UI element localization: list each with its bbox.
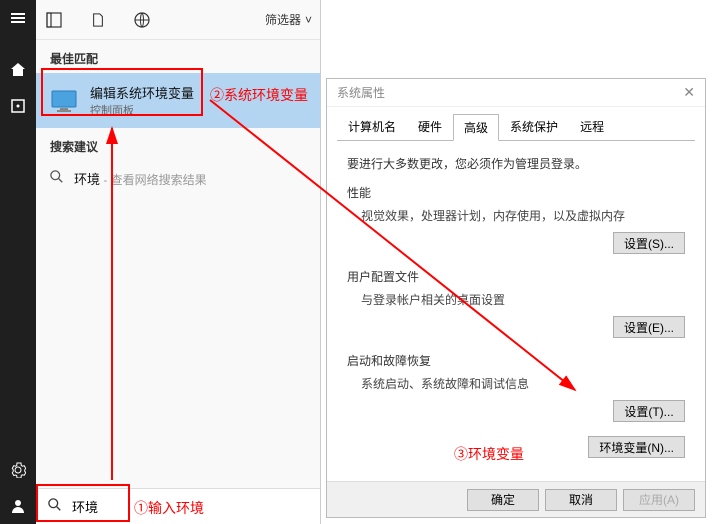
home-icon bbox=[10, 62, 26, 78]
suggestion-desc: - 查看网络搜索结果 bbox=[100, 173, 207, 187]
performance-label: 性能 bbox=[347, 184, 685, 201]
search-panel: 筛选器 ˅ 最佳匹配 编辑系统环境变量 控制面板 搜索建议 环境 - 查看网络搜… bbox=[36, 0, 321, 524]
monitor-icon bbox=[50, 89, 78, 113]
dialog-footer: 确定 取消 应用(A) bbox=[327, 481, 705, 517]
taskbar bbox=[0, 0, 36, 524]
result-subtitle: 控制面板 bbox=[90, 102, 194, 118]
search-icon bbox=[50, 170, 64, 187]
tab-remote[interactable]: 远程 bbox=[569, 113, 615, 140]
ok-button[interactable]: 确定 bbox=[467, 489, 539, 511]
performance-desc: 视觉效果，处理器计划，内存使用，以及虚拟内存 bbox=[361, 207, 685, 224]
search-header: 筛选器 ˅ bbox=[36, 0, 320, 40]
tab-computer-name[interactable]: 计算机名 bbox=[337, 113, 407, 140]
suggestion-query: 环境 bbox=[74, 172, 100, 187]
startup-settings-button[interactable]: 设置(T)... bbox=[613, 400, 685, 422]
result-title: 编辑系统环境变量 bbox=[90, 83, 194, 102]
best-match-label: 最佳匹配 bbox=[36, 40, 320, 73]
profile-label: 用户配置文件 bbox=[347, 268, 685, 285]
home-button[interactable] bbox=[0, 52, 36, 88]
documents-icon[interactable] bbox=[88, 10, 108, 30]
tab-system-protection[interactable]: 系统保护 bbox=[499, 113, 569, 140]
admin-info: 要进行大多数更改，您必须作为管理员登录。 bbox=[347, 155, 685, 172]
tab-hardware[interactable]: 硬件 bbox=[407, 113, 453, 140]
search-input[interactable]: 环境 bbox=[72, 497, 98, 516]
startup-label: 启动和故障恢复 bbox=[347, 352, 685, 369]
tab-advanced[interactable]: 高级 bbox=[453, 114, 499, 141]
chevron-down-icon: ˅ bbox=[305, 13, 312, 27]
menu-icon bbox=[10, 10, 26, 26]
apply-button: 应用(A) bbox=[623, 489, 695, 511]
cancel-button[interactable]: 取消 bbox=[545, 489, 617, 511]
performance-settings-button[interactable]: 设置(S)... bbox=[613, 232, 685, 254]
filter-button[interactable]: 筛选器 ˅ bbox=[265, 11, 312, 28]
gear-icon bbox=[10, 462, 26, 478]
search-suggestion[interactable]: 环境 - 查看网络搜索结果 bbox=[36, 161, 320, 196]
profile-desc: 与登录帐户相关的桌面设置 bbox=[361, 291, 685, 308]
suggestions-label: 搜索建议 bbox=[36, 128, 320, 161]
dialog-titlebar: 系统属性 ✕ bbox=[327, 79, 705, 107]
clock-icon bbox=[10, 98, 26, 114]
user-button[interactable] bbox=[0, 488, 36, 524]
web-icon[interactable] bbox=[132, 10, 152, 30]
environment-variables-button[interactable]: 环境变量(N)... bbox=[588, 436, 685, 458]
search-result-edit-env[interactable]: 编辑系统环境变量 控制面板 bbox=[36, 73, 320, 128]
close-button[interactable]: ✕ bbox=[683, 84, 695, 101]
startup-desc: 系统启动、系统故障和调试信息 bbox=[361, 375, 685, 392]
system-properties-dialog: 系统属性 ✕ 计算机名 硬件 高级 系统保护 远程 要进行大多数更改，您必须作为… bbox=[326, 78, 706, 518]
start-menu-button[interactable] bbox=[0, 0, 36, 36]
filter-label: 筛选器 bbox=[265, 11, 301, 28]
search-icon bbox=[48, 498, 62, 515]
dialog-title-text: 系统属性 bbox=[337, 84, 385, 101]
recent-button[interactable] bbox=[0, 88, 36, 124]
user-icon bbox=[10, 498, 26, 514]
profile-settings-button[interactable]: 设置(E)... bbox=[613, 316, 685, 338]
dialog-body: 要进行大多数更改，您必须作为管理员登录。 性能 视觉效果，处理器计划，内存使用，… bbox=[327, 141, 705, 482]
dialog-tabs: 计算机名 硬件 高级 系统保护 远程 bbox=[327, 107, 705, 140]
search-bar[interactable]: 环境 bbox=[36, 488, 320, 524]
settings-button[interactable] bbox=[0, 452, 36, 488]
apps-icon[interactable] bbox=[44, 10, 64, 30]
